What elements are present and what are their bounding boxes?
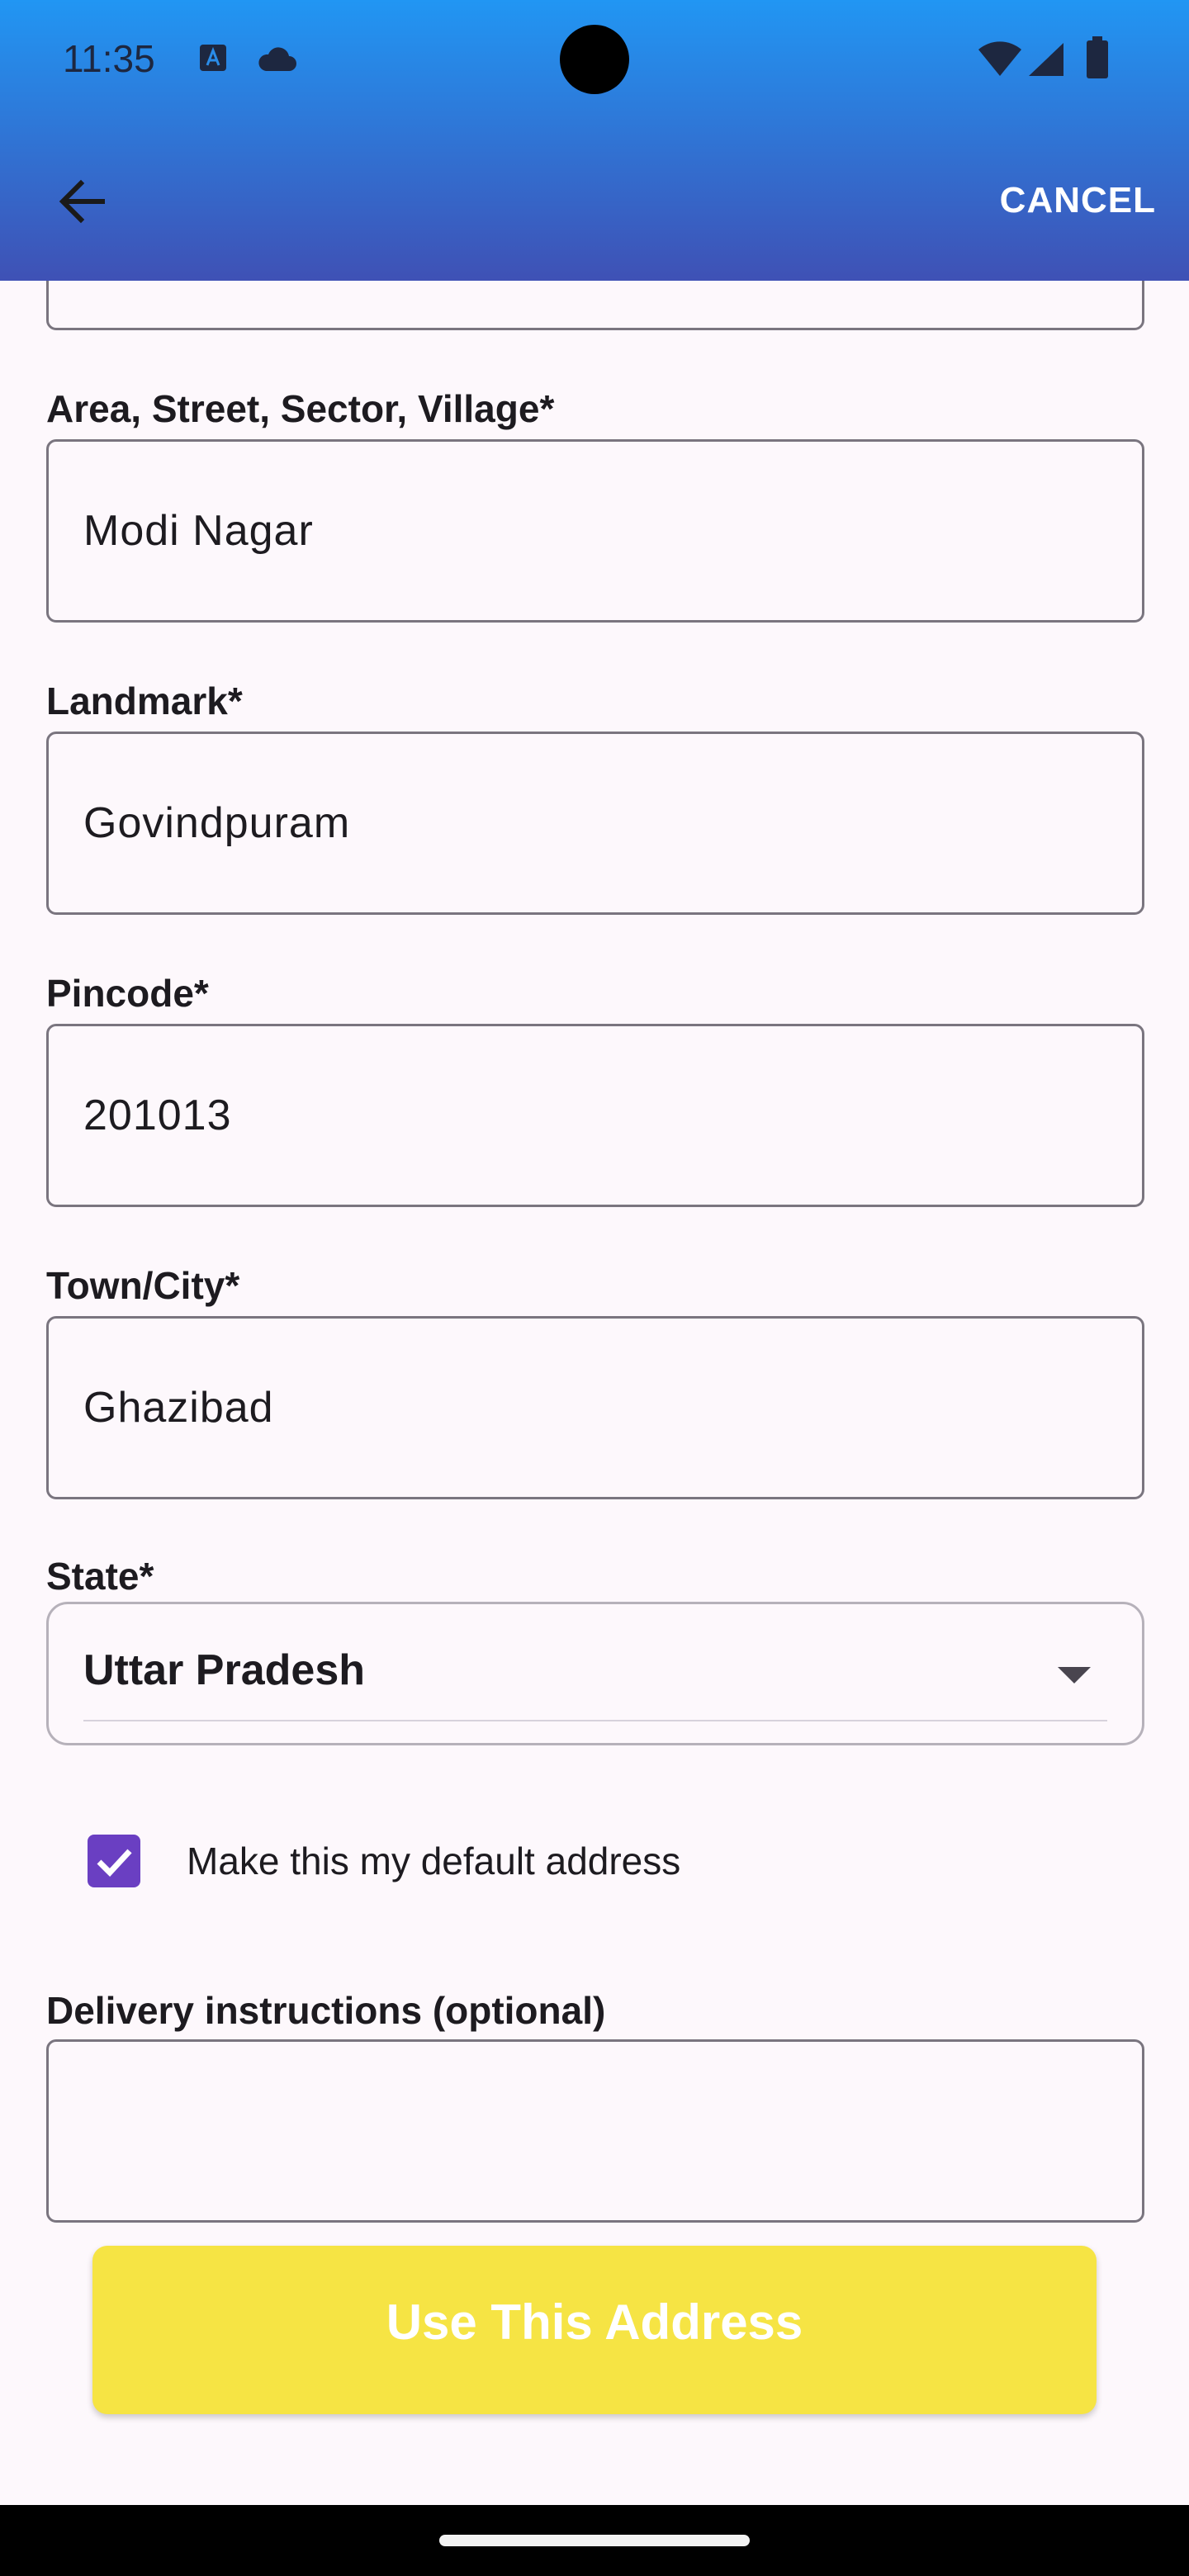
use-this-address-label: Use This Address <box>386 2294 803 2350</box>
text-a-icon <box>200 45 226 71</box>
state-value: Uttar Pradesh <box>83 1646 365 1694</box>
area-input[interactable]: Modi Nagar <box>46 439 1144 623</box>
dropdown-underline <box>83 1720 1107 1721</box>
city-input[interactable]: Ghazibad <box>46 1316 1144 1499</box>
signal-icon <box>1029 43 1063 76</box>
state-label: State* <box>46 1555 154 1598</box>
status-time: 11:35 <box>63 37 155 80</box>
camera-cutout <box>560 25 629 94</box>
landmark-label: Landmark* <box>46 680 243 722</box>
wifi-icon <box>978 41 1021 76</box>
pincode-label: Pincode* <box>46 972 209 1015</box>
navigation-bar <box>0 2505 1189 2576</box>
back-arrow-icon[interactable] <box>53 172 112 231</box>
home-gesture-handle[interactable] <box>439 2535 750 2546</box>
cloud-icon <box>258 47 296 71</box>
status-bar: 11:35 <box>0 0 1189 124</box>
default-address-checkbox[interactable] <box>88 1835 140 1887</box>
area-label: Area, Street, Sector, Village* <box>46 387 555 430</box>
dropdown-caret-icon <box>1058 1667 1091 1683</box>
pincode-input[interactable]: 201013 <box>46 1024 1144 1207</box>
battery-icon <box>1087 36 1108 78</box>
checkmark-icon <box>97 1849 132 1878</box>
default-address-label: Make this my default address <box>187 1840 681 1882</box>
city-label: Town/City* <box>46 1264 240 1307</box>
delivery-label: Delivery instructions (optional) <box>46 1989 606 2032</box>
city-value: Ghazibad <box>83 1384 274 1432</box>
use-this-address-button[interactable]: Use This Address <box>92 2246 1097 2414</box>
app-bar: 11:35 CANCEL <box>0 0 1189 281</box>
landmark-value: Govindpuram <box>83 799 351 847</box>
delivery-input[interactable] <box>46 2039 1144 2223</box>
pincode-value: 201013 <box>83 1091 232 1139</box>
state-dropdown[interactable]: Uttar Pradesh <box>46 1602 1144 1745</box>
landmark-input[interactable]: Govindpuram <box>46 732 1144 915</box>
area-value: Modi Nagar <box>83 507 314 555</box>
cancel-button[interactable]: CANCEL <box>1000 180 1156 221</box>
